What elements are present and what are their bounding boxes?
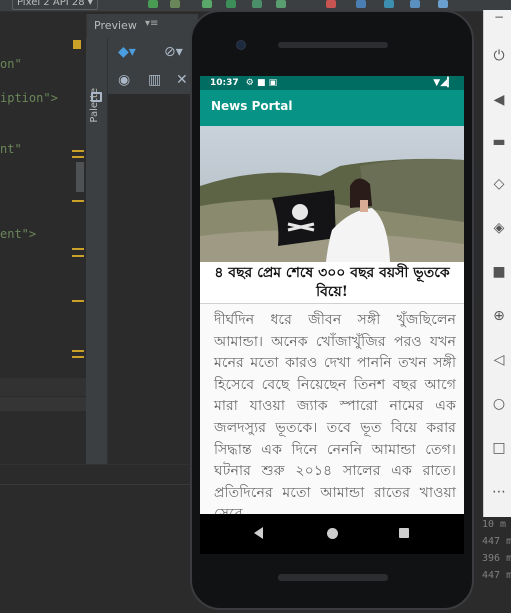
avd-manager-icon[interactable] [356,0,366,8]
news-image[interactable] [200,126,464,262]
selected-line [0,378,86,396]
profile-icon[interactable] [202,0,212,8]
code-line: on" [0,57,22,71]
search-icon[interactable] [438,0,448,8]
memory-value: 447 m [482,570,511,581]
camera-capture-icon[interactable]: ■ [491,264,507,280]
gutter-marker [73,40,81,49]
status-time: 10:37 [210,78,239,88]
sdk-manager-icon[interactable] [384,0,394,8]
orientation-icon[interactable]: ⊘▾ [164,44,183,60]
gutter-marker [72,200,84,202]
memory-value: 10 m [482,519,507,530]
close-icon[interactable]: − [491,10,507,24]
bottom-panel [0,464,190,613]
current-line [0,397,86,411]
structure-icon[interactable] [410,0,420,8]
gutter-marker [72,300,84,302]
app-title: News Portal [211,99,293,113]
sync-icon[interactable] [276,0,286,8]
home-icon[interactable]: ○ [491,396,507,412]
gutter-marker [72,248,84,250]
gutter-marker [72,156,84,158]
phone-frame: 10:37 ⚙ ■ ▣ ▼◢▎ News Portal ৪ বছর প্রেম … [190,10,478,610]
preview-canvas [108,94,190,464]
gutter-marker [72,255,84,257]
ide-window: Pixel 2 API 28 ▾ on" iption"> nt" ent"> … [0,0,511,613]
memory-panel: 10 m 447 m 396 m 447 m [474,517,511,613]
preview-toolbar: ◆▾ ⊘▾ ◉ ▥ ✕ [108,38,198,94]
speaker-grille [278,574,388,581]
zoom-icon[interactable]: ✕ [176,72,188,88]
editor-scrollbar[interactable] [76,162,84,192]
article-body[interactable]: দীর্ঘদিন ধরে জীবন সঙ্গী খুঁজছিলেন আমান্ড… [200,304,464,514]
zoom-icon[interactable]: ⊕ [491,308,507,324]
gutter-marker [72,356,84,358]
eye-icon[interactable]: ◉ [118,72,130,88]
headline-container: ৪ বছর প্রেম শেষে ৩০০ বছর বয়সী ভূতকে বিয়ে… [200,262,464,304]
more-icon[interactable]: ⋯ [491,484,507,500]
status-right-icons: ▼◢▎ [433,78,454,88]
preview-title: Preview [94,19,137,32]
gutter-marker [72,350,84,352]
device-screen: 10:37 ⚙ ■ ▣ ▼◢▎ News Portal ৪ বছর প্রেম … [200,76,464,554]
overview-icon[interactable]: □ [491,440,507,456]
device-selector[interactable]: Pixel 2 API 28 ▾ [12,0,98,10]
navigation-bar [200,514,464,554]
attach-icon[interactable] [226,0,236,8]
speaker-grille [278,42,388,48]
home-nav-icon[interactable] [327,528,338,539]
status-bar: 10:37 ⚙ ■ ▣ ▼◢▎ [200,76,464,90]
stop-icon[interactable] [326,0,336,8]
app-bar: News Portal [200,90,464,126]
status-left-icons: ⚙ ■ ▣ [245,78,278,88]
preview-menu-icon[interactable]: ▾≡ [145,18,158,29]
recents-nav-icon[interactable] [399,528,409,538]
palette-strip: Palette [86,38,108,464]
code-line: ent"> [0,227,37,241]
code-line: nt" [0,142,22,156]
rotate-right-icon[interactable]: ◈ [491,220,507,236]
power-button[interactable] [474,162,478,202]
run-icon[interactable] [148,0,158,8]
rotate-left-icon[interactable]: ◇ [491,176,507,192]
debug-icon[interactable] [170,0,180,8]
article-text: দীর্ঘদিন ধরে জীবন সঙ্গী খুঁজছিলেন আমান্ড… [214,312,456,514]
back-nav-icon[interactable] [254,527,263,539]
layout-icon[interactable]: ▥ [148,72,161,88]
volume-button[interactable] [474,232,478,302]
camera-icon [236,40,246,50]
code-line: iption"> [0,91,58,105]
apply-changes-icon[interactable] [252,0,262,8]
memory-value: 447 m [482,536,511,547]
divider [0,484,190,485]
emulator-side-panel: − ⏻ ◀ ▬ ◇ ◈ ■ ⊕ ◁ ○ □ ⋯ [483,10,511,517]
news-headline[interactable]: ৪ বছর প্রেম শেষে ৩০০ বছর বয়সী ভূতকে বিয়ে… [206,264,458,302]
back-icon[interactable]: ◁ [491,352,507,368]
news-photo [200,126,464,262]
power-icon[interactable]: ⏻ [491,48,507,64]
volume-down-icon[interactable]: ▬ [491,134,507,150]
memory-value: 396 m [482,553,511,564]
preview-header: Preview ▾≡ [86,14,198,38]
volume-up-icon[interactable]: ◀ [491,92,507,108]
palette-icon[interactable] [91,92,102,102]
gutter-marker [72,150,84,152]
design-surface-icon[interactable]: ◆▾ [118,44,136,60]
